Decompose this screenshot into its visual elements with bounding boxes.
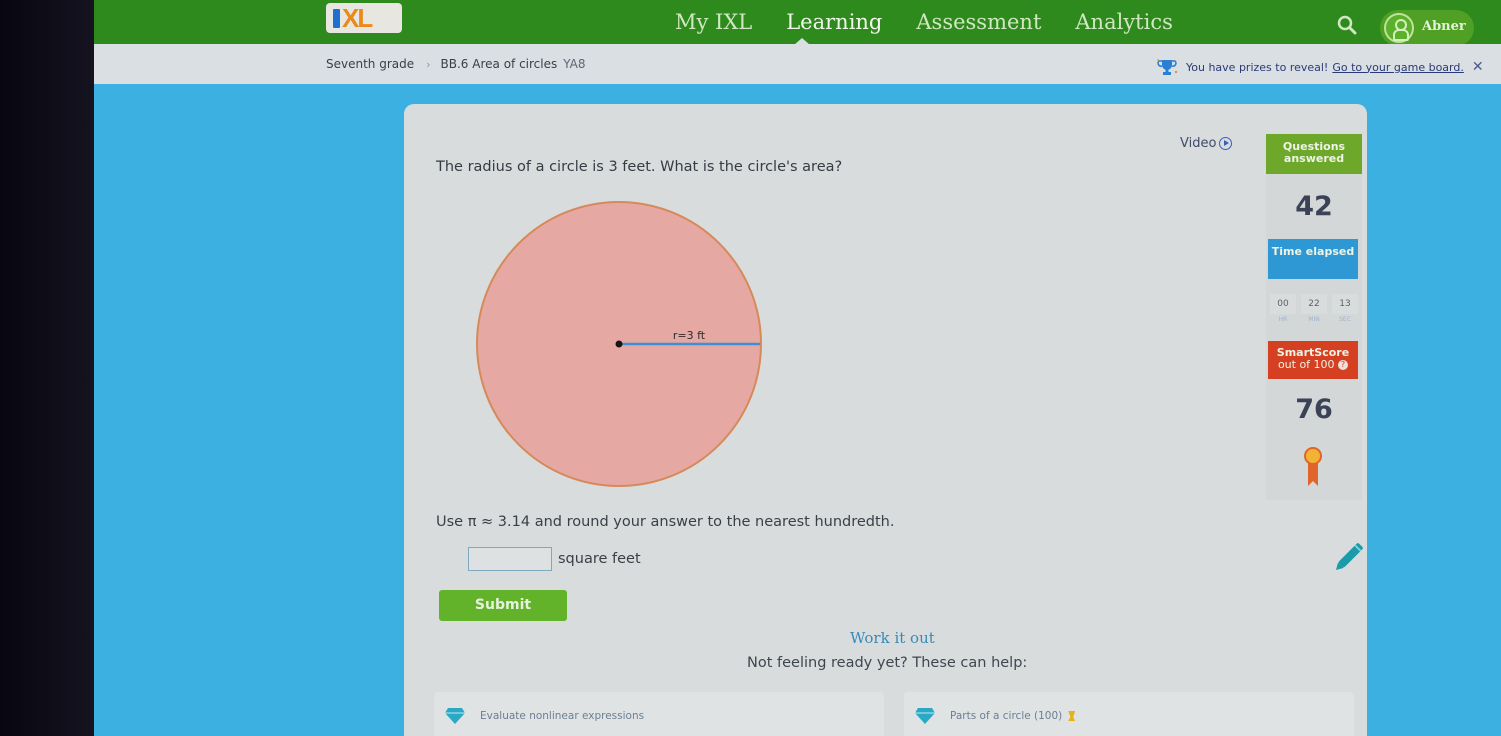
search-icon[interactable] [1336,14,1358,36]
video-label: Video [1180,136,1217,151]
ixl-logo[interactable]: XL [326,3,402,33]
prize-text: You have prizes to reveal! [1186,60,1329,74]
time-elapsed-header: Time elapsed [1268,239,1358,279]
question-text: The radius of a circle is 3 feet. What i… [436,159,843,175]
help-card-label: Evaluate nonlinear expressions [480,710,645,722]
breadcrumb-bar: Seventh grade › BB.6 Area of circles YA8… [94,44,1501,84]
breadcrumb: Seventh grade › BB.6 Area of circles YA8 [326,57,586,71]
hours-label: HR [1278,316,1288,323]
skill-code: YA8 [563,57,586,71]
smartscore-header: SmartScore out of 100 ? [1268,341,1358,379]
timer-hours: 00 HR [1270,294,1296,323]
breadcrumb-grade[interactable]: Seventh grade [326,57,414,71]
smartscore-value: 76 [1295,394,1333,425]
seconds-value: 13 [1332,294,1358,314]
hours-value: 00 [1270,294,1296,314]
answer-unit: square feet [558,551,641,567]
help-card-evaluate-nonlinear[interactable]: Evaluate nonlinear expressions [434,692,884,736]
smartscore-sub-text: out of 100 [1277,358,1335,371]
smartscore-sub: out of 100 ? [1268,359,1358,371]
logo-text: XL [342,3,373,33]
trophy-icon [1157,59,1177,75]
center-point [615,340,623,348]
question-card: The radius of a circle is 3 feet. What i… [404,104,1367,736]
game-board-link[interactable]: Go to your game board. [1332,61,1463,74]
ixl-page: XL My IXL Learning Assessment Analytics … [94,0,1501,736]
timer-seconds: 13 SEC [1332,294,1358,323]
user-name: Abner [1422,19,1466,34]
stats-sidebar: Questions answered 42 Time elapsed 00 HR… [1266,134,1362,500]
ribbon-award-icon [1304,447,1322,486]
gem-icon [445,708,465,724]
help-card-label: Parts of a circle (100) [950,710,1063,722]
breadcrumb-skill: BB.6 Area of circles [440,57,558,71]
nav-my-ixl[interactable]: My IXL [658,8,769,36]
instructions-text: Use π ≈ 3.14 and round your answer to th… [436,514,895,530]
nav-analytics[interactable]: Analytics [1058,8,1189,36]
prize-banner: You have prizes to reveal! Go to your ga… [1156,58,1484,76]
user-avatar-icon [1384,13,1414,43]
pencil-icon[interactable] [1328,538,1368,578]
nav-links: My IXL Learning Assessment Analytics [658,8,1190,36]
nav-assessment[interactable]: Assessment [899,8,1058,36]
minutes-label: MIN [1308,316,1320,323]
top-navigation: XL My IXL Learning Assessment Analytics … [94,0,1501,46]
video-button[interactable]: Video [1180,136,1233,151]
help-cards: Evaluate nonlinear expressions Parts of … [434,692,1354,736]
questions-answered-header: Questions answered [1266,134,1362,174]
gem-icon [915,708,935,724]
timer-minutes: 22 MIN [1301,294,1327,323]
answer-input[interactable] [468,547,552,571]
help-card-parts-of-circle[interactable]: Parts of a circle (100) [904,692,1354,736]
help-text: Not feeling ready yet? These can help: [747,655,1028,671]
help-icon[interactable]: ? [1338,360,1349,370]
work-it-out-link[interactable]: Work it out [850,629,935,647]
nav-learning[interactable]: Learning [769,8,899,36]
logo-i-bar [333,9,340,28]
seconds-label: SEC [1339,316,1351,323]
monitor-bezel [0,0,94,736]
close-icon[interactable]: ✕ [1472,59,1484,75]
questions-answered-value: 42 [1295,191,1333,222]
submit-button[interactable]: Submit [439,590,567,621]
user-menu[interactable]: Abner [1380,10,1474,46]
radius-label: r=3 ft [673,329,706,342]
play-icon [1219,137,1233,150]
minutes-value: 22 [1301,294,1327,314]
circle-figure: r=3 ft [476,201,762,487]
medal-icon [1068,711,1076,721]
timer: 00 HR 22 MIN 13 SEC [1270,294,1358,323]
breadcrumb-separator: › [426,57,431,71]
answer-row: square feet [468,547,641,571]
